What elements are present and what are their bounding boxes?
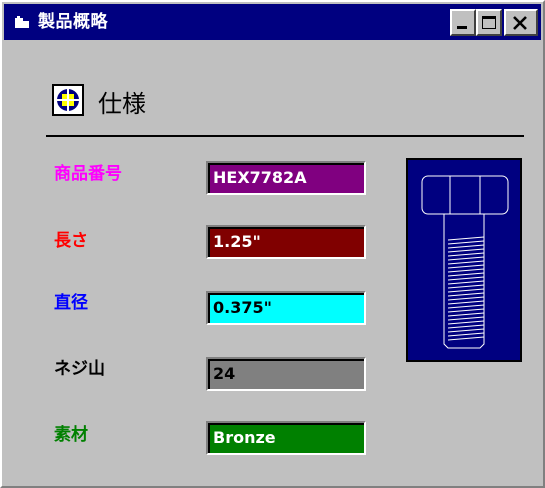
- minimize-button[interactable]: [450, 9, 476, 36]
- length-value: 1.25": [208, 227, 364, 257]
- thread-line: [447, 260, 485, 265]
- thread-line: [447, 332, 485, 337]
- thread-field[interactable]: 24: [206, 357, 366, 391]
- thread-line: [447, 276, 485, 281]
- thread-value: 24: [208, 359, 364, 389]
- thread-line: [447, 256, 485, 261]
- target-square-icon: [52, 84, 84, 116]
- thread-line: [447, 336, 485, 341]
- thread-line: [447, 308, 485, 313]
- app-icon[interactable]: [14, 15, 30, 29]
- close-button[interactable]: [504, 9, 538, 36]
- thread-line: [447, 284, 485, 289]
- thread-line: [447, 268, 485, 273]
- product-number-label: 商品番号: [54, 164, 122, 184]
- length-label: 長さ: [54, 231, 88, 251]
- thread-line: [447, 328, 485, 333]
- material-value: Bronze: [208, 423, 364, 453]
- title-bar[interactable]: 製品概略: [4, 4, 541, 40]
- close-icon: [513, 16, 527, 30]
- bolt-image: [406, 158, 522, 362]
- thread-line: [447, 324, 485, 329]
- product-overview-window: 製品概略 仕様 商品番号 HEX7782A 長さ 1.25" 直径 0.375"…: [0, 0, 545, 488]
- thread-line: [447, 244, 485, 249]
- thread-line: [447, 252, 485, 257]
- length-field[interactable]: 1.25": [206, 225, 366, 259]
- thread-line: [447, 304, 485, 309]
- thread-line: [447, 236, 485, 241]
- material-field[interactable]: Bronze: [206, 421, 366, 455]
- thread-line: [447, 264, 485, 269]
- thread-line: [447, 292, 485, 297]
- window-title: 製品概略: [38, 12, 108, 32]
- thread-line: [447, 320, 485, 325]
- material-label: 素材: [54, 425, 88, 445]
- thread-line: [447, 280, 485, 285]
- divider: [46, 135, 524, 137]
- thread-line: [447, 288, 485, 293]
- thread-line: [447, 296, 485, 301]
- thread-line: [447, 272, 485, 277]
- thread-label: ネジ山: [54, 359, 105, 379]
- hex-bolt-icon: [421, 175, 509, 349]
- maximize-icon: [482, 16, 496, 29]
- section-title: 仕様: [98, 90, 146, 118]
- thread-line: [447, 300, 485, 305]
- thread-line: [447, 312, 485, 317]
- thread-line: [447, 316, 485, 321]
- maximize-button[interactable]: [476, 9, 502, 36]
- diameter-field[interactable]: 0.375": [206, 291, 366, 325]
- product-number-value: HEX7782A: [208, 163, 364, 193]
- minimize-icon: [457, 26, 467, 29]
- product-number-field[interactable]: HEX7782A: [206, 161, 366, 195]
- diameter-label: 直径: [54, 293, 88, 313]
- thread-line: [447, 240, 485, 245]
- thread-line: [447, 248, 485, 253]
- diameter-value: 0.375": [208, 293, 364, 323]
